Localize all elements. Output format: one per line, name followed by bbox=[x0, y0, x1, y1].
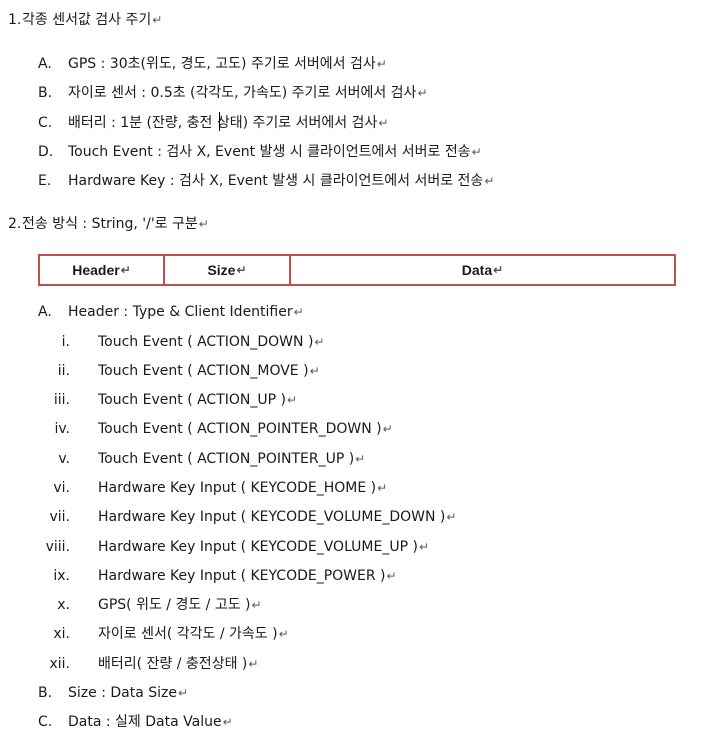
paragraph-mark-icon: ↵ bbox=[309, 364, 320, 378]
paragraph-mark-icon: ↵ bbox=[314, 335, 325, 349]
sub-label: v. bbox=[58, 451, 70, 467]
paragraph-mark-icon: ↵ bbox=[471, 145, 482, 159]
paragraph-mark-icon: ↵ bbox=[417, 86, 428, 100]
paragraph-mark-icon: ↵ bbox=[355, 452, 366, 466]
sub-label: viii. bbox=[45, 539, 70, 555]
list-label: B. bbox=[38, 85, 53, 101]
sub-item[interactable]: 배터리( 잔량 / 충전상태 )↵ bbox=[98, 655, 258, 673]
paragraph-mark-icon: ↵ bbox=[418, 540, 430, 554]
paragraph-mark-icon: ↵ bbox=[286, 393, 298, 407]
paragraph-mark-icon: ↵ bbox=[377, 481, 388, 495]
sub-label: vii. bbox=[49, 509, 70, 525]
section-title[interactable]: 전송 방식 : String, '/'로 구분↵ bbox=[22, 215, 209, 233]
table-size-cell[interactable]: Size ↵ bbox=[165, 256, 291, 284]
sub-label: xi. bbox=[53, 626, 70, 642]
list-label: C. bbox=[38, 714, 53, 730]
paragraph-mark-icon: ↵ bbox=[177, 686, 189, 700]
list-item[interactable]: 자이로 센서 : 0.5초 (각각도, 가속도) 주기로 서버에서 검사↵ bbox=[68, 84, 428, 102]
paragraph-mark-icon: ↵ bbox=[493, 263, 504, 277]
paragraph-mark-icon: ↵ bbox=[222, 715, 233, 729]
sub-label: vi. bbox=[53, 480, 70, 496]
paragraph-mark-icon: ↵ bbox=[386, 569, 397, 583]
packet-format-table: Header ↵ Size ↵ Data ↵ bbox=[38, 254, 676, 286]
paragraph-mark-icon: ↵ bbox=[152, 13, 163, 27]
paragraph-mark-icon: ↵ bbox=[378, 116, 389, 130]
paragraph-mark-icon: ↵ bbox=[382, 422, 393, 436]
sub-item[interactable]: Touch Event ( ACTION_UP )↵ bbox=[98, 391, 297, 409]
table-header-cell[interactable]: Header ↵ bbox=[40, 256, 165, 284]
section-number: 2. bbox=[8, 216, 22, 232]
paragraph-mark-icon: ↵ bbox=[376, 57, 387, 71]
sub-item[interactable]: GPS( 위도 / 경도 / 고도 )↵ bbox=[98, 596, 262, 614]
list-label: A. bbox=[38, 304, 52, 320]
sub-item[interactable]: 자이로 센서( 각각도 / 가속도 )↵ bbox=[98, 625, 289, 643]
sub-label: ix. bbox=[53, 568, 70, 584]
sub-item[interactable]: Touch Event ( ACTION_MOVE )↵ bbox=[98, 362, 320, 380]
sub-label: i. bbox=[61, 334, 70, 350]
list-item[interactable]: Header : Type & Client Identifier↵ bbox=[68, 303, 304, 321]
sub-item[interactable]: Hardware Key Input ( KEYCODE_POWER )↵ bbox=[98, 567, 397, 585]
table-data-cell[interactable]: Data ↵ bbox=[291, 256, 674, 284]
list-label: C. bbox=[38, 115, 53, 131]
list-item[interactable]: Hardware Key : 검사 X, Event 발생 시 클라이언트에서 … bbox=[68, 172, 494, 190]
list-item[interactable]: Data : 실제 Data Value↵ bbox=[68, 713, 233, 731]
sub-item[interactable]: Hardware Key Input ( KEYCODE_HOME )↵ bbox=[98, 479, 387, 497]
list-item[interactable]: Touch Event : 검사 X, Event 발생 시 클라이언트에서 서… bbox=[68, 143, 482, 161]
sub-label: iii. bbox=[53, 392, 70, 408]
list-label: A. bbox=[38, 56, 52, 72]
list-item[interactable]: GPS : 30초(위도, 경도, 고도) 주기로 서버에서 검사↵ bbox=[68, 55, 387, 73]
list-label: D. bbox=[38, 144, 54, 160]
paragraph-mark-icon: ↵ bbox=[251, 598, 262, 612]
sub-label: iv. bbox=[54, 421, 70, 437]
sub-item[interactable]: Touch Event ( ACTION_DOWN )↵ bbox=[98, 333, 324, 351]
paragraph-mark-icon: ↵ bbox=[278, 627, 289, 641]
list-label: E. bbox=[38, 173, 52, 189]
paragraph-mark-icon: ↵ bbox=[484, 174, 495, 188]
paragraph-mark-icon: ↵ bbox=[248, 657, 259, 671]
paragraph-mark-icon: ↵ bbox=[293, 305, 304, 319]
paragraph-mark-icon: ↵ bbox=[198, 217, 209, 231]
sub-label: xii. bbox=[49, 656, 70, 672]
section-title[interactable]: 각종 센서값 검사 주기↵ bbox=[22, 11, 162, 29]
sub-item[interactable]: Hardware Key Input ( KEYCODE_VOLUME_DOWN… bbox=[98, 508, 456, 526]
sub-item[interactable]: Touch Event ( ACTION_POINTER_UP )↵ bbox=[98, 450, 365, 468]
sub-item[interactable]: Hardware Key Input ( KEYCODE_VOLUME_UP )… bbox=[98, 538, 429, 556]
list-item[interactable]: Size : Data Size↵ bbox=[68, 684, 188, 702]
paragraph-mark-icon: ↵ bbox=[236, 263, 247, 277]
sub-item[interactable]: Touch Event ( ACTION_POINTER_DOWN )↵ bbox=[98, 420, 393, 438]
list-label: B. bbox=[38, 685, 53, 701]
sub-label: ii. bbox=[57, 363, 70, 379]
text-cursor bbox=[219, 112, 220, 131]
section-number: 1. bbox=[8, 12, 22, 28]
sub-label: x. bbox=[57, 597, 70, 613]
paragraph-mark-icon: ↵ bbox=[120, 263, 131, 277]
list-item[interactable]: 배터리 : 1분 (잔량, 충전 상태) 주기로 서버에서 검사↵ bbox=[68, 114, 388, 132]
paragraph-mark-icon: ↵ bbox=[446, 510, 457, 524]
